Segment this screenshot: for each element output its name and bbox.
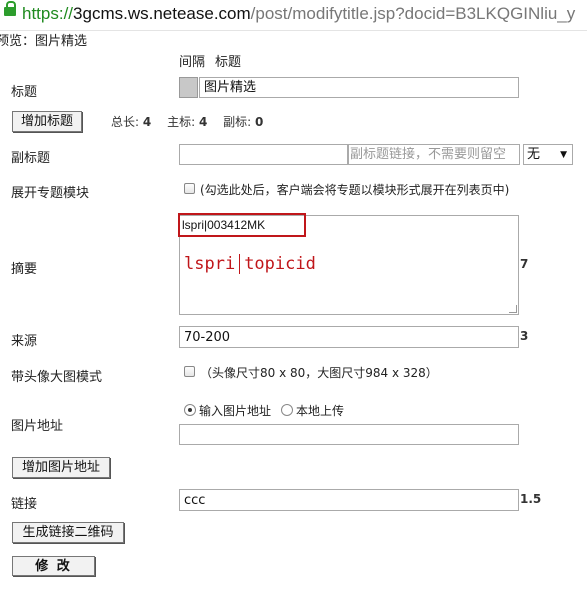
link-input[interactable]: ccc bbox=[179, 489, 519, 511]
radio-input-address-label[interactable]: 输入图片地址 bbox=[199, 402, 271, 419]
radio-input-address[interactable] bbox=[184, 404, 196, 416]
stats-main-value: 4 bbox=[198, 115, 208, 129]
link-count: 1.5 bbox=[520, 492, 542, 506]
subtitle-link-input[interactable]: 副标题链接，不需要则留空 bbox=[348, 144, 520, 165]
image-address-label: 图片地址 bbox=[11, 419, 64, 434]
url-host: 3gcms.ws.netease.com bbox=[73, 4, 251, 23]
expand-module-label: 展开专题模块 bbox=[11, 186, 90, 201]
chevron-down-icon: ▼ bbox=[560, 150, 567, 160]
resize-handle-icon[interactable] bbox=[509, 305, 517, 313]
link-label: 链接 bbox=[11, 497, 38, 512]
expand-module-checkbox[interactable] bbox=[184, 183, 195, 194]
summary-text-part-b: topicid bbox=[244, 254, 316, 274]
source-label: 来源 bbox=[11, 334, 38, 349]
subtitle-label: 副标题 bbox=[11, 151, 51, 166]
title-label: 标题 bbox=[11, 85, 38, 100]
subtitle-select-value: 无 bbox=[527, 147, 541, 162]
summary-text-line1: lspri|003412MK bbox=[182, 218, 266, 232]
avatar-mode-hint: （头像尺寸80 x 80，大图尺寸984 x 328） bbox=[200, 366, 438, 380]
summary-label: 摘要 bbox=[11, 262, 38, 277]
address-url[interactable]: https://3gcms.ws.netease.com/post/modify… bbox=[22, 4, 575, 24]
stats-total-value: 4 bbox=[142, 115, 152, 129]
radio-local-upload[interactable] bbox=[281, 404, 293, 416]
spacing-swatch[interactable] bbox=[179, 77, 198, 98]
column-header-title: 标题 bbox=[215, 55, 242, 70]
subtitle-select[interactable]: 无 ▼ bbox=[523, 144, 573, 165]
lock-icon bbox=[4, 7, 16, 16]
image-address-input[interactable] bbox=[179, 424, 519, 445]
expand-module-hint: (勾选此处后，客户端会将专题以模块形式展开在列表页中) bbox=[200, 183, 510, 197]
title-stats: 总长: 4 主标: 4 副标: 0 bbox=[111, 113, 275, 130]
generate-qrcode-button[interactable]: 生成链接二维码 bbox=[12, 522, 124, 543]
subtitle-input[interactable] bbox=[179, 144, 348, 165]
url-scheme: https:// bbox=[22, 4, 74, 23]
summary-count: 7 bbox=[520, 257, 529, 271]
stats-total-label: 总长: bbox=[111, 115, 140, 129]
avatar-mode-label: 带头像大图模式 bbox=[11, 370, 103, 385]
column-header-spacing: 间隔 bbox=[179, 55, 206, 70]
browser-address-bar[interactable]: https://3gcms.ws.netease.com/post/modify… bbox=[0, 0, 587, 31]
summary-divider bbox=[239, 254, 241, 274]
preview-text: 预览：图片精选 bbox=[0, 34, 88, 49]
stats-sub-value: 0 bbox=[255, 115, 264, 129]
title-input[interactable]: 图片精选 bbox=[199, 77, 519, 98]
stats-main-label: 主标: bbox=[167, 115, 196, 129]
radio-local-upload-label[interactable]: 本地上传 bbox=[296, 402, 344, 419]
source-input[interactable]: 70-200 bbox=[179, 326, 519, 348]
stats-sub-label: 副标: bbox=[223, 115, 252, 129]
source-count: 3 bbox=[520, 329, 529, 343]
summary-text-line2: lspri topicid bbox=[184, 254, 316, 274]
url-path: /post/modifytitle.jsp?docid=B3LKQGINliu_… bbox=[250, 4, 576, 23]
add-image-address-button[interactable]: 增加图片地址 bbox=[12, 457, 110, 478]
avatar-mode-checkbox[interactable] bbox=[184, 366, 195, 377]
modify-button[interactable]: 修 改 bbox=[12, 556, 95, 576]
add-title-button[interactable]: 增加标题 bbox=[12, 111, 82, 132]
summary-text-part-a: lspri bbox=[184, 254, 236, 274]
